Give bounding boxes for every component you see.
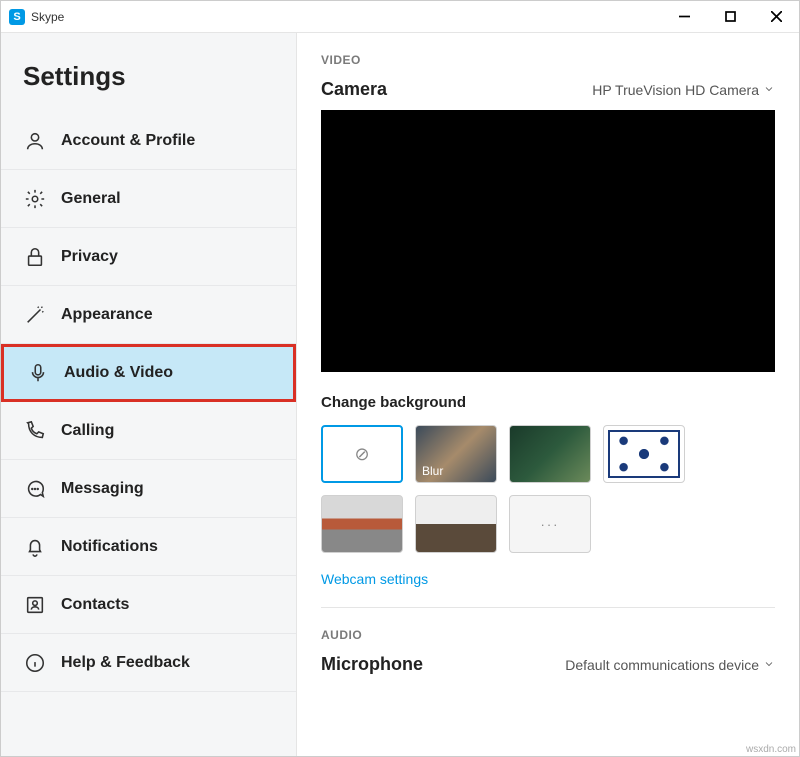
audio-section-header: AUDIO (321, 628, 775, 642)
app-title: Skype (31, 10, 661, 24)
background-option-6[interactable] (415, 495, 497, 553)
titlebar: S Skype (1, 1, 799, 33)
webcam-settings-link[interactable]: Webcam settings (321, 571, 428, 587)
gear-icon (23, 187, 47, 211)
close-button[interactable] (753, 1, 799, 33)
sidebar-item-label: Help & Feedback (61, 654, 190, 672)
user-icon (23, 129, 47, 153)
lock-icon (23, 245, 47, 269)
divider (321, 607, 775, 608)
sidebar-item-messaging[interactable]: Messaging (1, 460, 296, 518)
blur-label: Blur (422, 464, 443, 478)
sidebar-item-calling[interactable]: Calling (1, 402, 296, 460)
main-panel: VIDEO Camera HP TrueVision HD Camera Cha… (297, 33, 799, 756)
watermark: wsxdn.com (746, 744, 796, 755)
sidebar-item-label: Contacts (61, 596, 129, 614)
microphone-value: Default communications device (565, 657, 759, 673)
background-option-3[interactable] (509, 425, 591, 483)
background-grid: ⊘ Blur ··· (321, 425, 775, 553)
settings-title: Settings (1, 51, 296, 112)
sidebar: Settings Account & Profile General Priva… (1, 33, 297, 756)
camera-preview (321, 110, 775, 372)
bell-icon (23, 535, 47, 559)
sidebar-item-label: Privacy (61, 248, 118, 266)
camera-row[interactable]: Camera HP TrueVision HD Camera (321, 79, 775, 100)
microphone-dropdown[interactable]: Default communications device (565, 657, 775, 673)
sidebar-item-label: Appearance (61, 306, 153, 324)
sidebar-item-appearance[interactable]: Appearance (1, 286, 296, 344)
contacts-icon (23, 593, 47, 617)
info-icon (23, 651, 47, 675)
background-more[interactable]: ··· (509, 495, 591, 553)
mic-icon (26, 361, 50, 385)
background-option-5[interactable] (321, 495, 403, 553)
sidebar-item-general[interactable]: General (1, 170, 296, 228)
video-section-header: VIDEO (321, 53, 775, 67)
sidebar-item-label: General (61, 190, 121, 208)
chat-icon (23, 477, 47, 501)
skype-icon: S (9, 9, 25, 25)
background-option-4[interactable] (603, 425, 685, 483)
chevron-down-icon (763, 657, 775, 673)
sidebar-item-label: Account & Profile (61, 132, 195, 150)
change-background-label: Change background (321, 394, 775, 411)
camera-dropdown[interactable]: HP TrueVision HD Camera (592, 82, 775, 98)
maximize-button[interactable] (707, 1, 753, 33)
sidebar-item-notifications[interactable]: Notifications (1, 518, 296, 576)
window-controls (661, 1, 799, 33)
sidebar-item-label: Calling (61, 422, 114, 440)
microphone-label: Microphone (321, 654, 423, 675)
microphone-row[interactable]: Microphone Default communications device (321, 654, 775, 675)
sidebar-item-help-feedback[interactable]: Help & Feedback (1, 634, 296, 692)
sidebar-item-contacts[interactable]: Contacts (1, 576, 296, 634)
minimize-button[interactable] (661, 1, 707, 33)
sidebar-item-label: Audio & Video (64, 364, 173, 382)
background-blur[interactable]: Blur (415, 425, 497, 483)
sidebar-item-account-profile[interactable]: Account & Profile (1, 112, 296, 170)
background-none[interactable]: ⊘ (321, 425, 403, 483)
camera-label: Camera (321, 79, 387, 100)
sidebar-item-label: Messaging (61, 480, 144, 498)
camera-value: HP TrueVision HD Camera (592, 82, 759, 98)
phone-icon (23, 419, 47, 443)
wand-icon (23, 303, 47, 327)
sidebar-item-audio-video[interactable]: Audio & Video (1, 344, 296, 402)
sidebar-item-privacy[interactable]: Privacy (1, 228, 296, 286)
chevron-down-icon (763, 82, 775, 98)
sidebar-item-label: Notifications (61, 538, 158, 556)
